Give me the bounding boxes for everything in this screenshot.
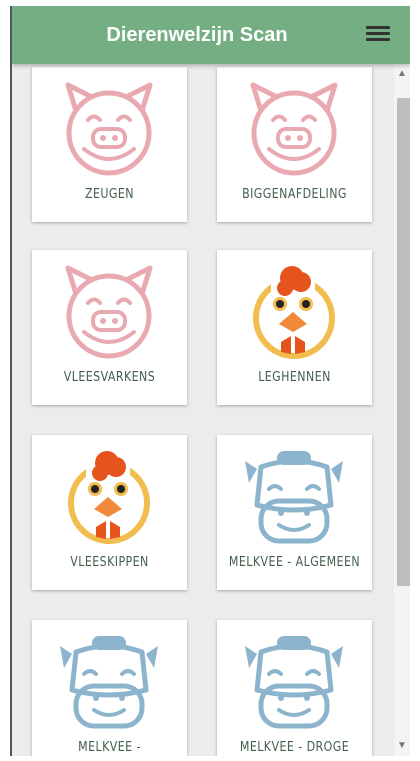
tile-biggenafdeling[interactable]: BIGGENAFDELING	[217, 67, 372, 222]
scroll-thumb[interactable]	[397, 98, 410, 586]
hamburger-menu-icon[interactable]	[366, 26, 390, 46]
pig-icon	[239, 77, 349, 181]
cow-icon	[54, 630, 164, 734]
page-title: Dierenwelzijn Scan	[106, 24, 288, 46]
tile-grid: ZEUGEN BIGGENAFDELING VLEESVARKENS LEGHE…	[12, 64, 394, 756]
tile-label: VLEESKIPPEN	[70, 555, 149, 570]
tile-melkvee-algemeen[interactable]: MELKVEE - ALGEMEEN	[217, 435, 372, 590]
app-header: Dierenwelzijn Scan	[12, 6, 410, 64]
tile-vleeskippen[interactable]: VLEESKIPPEN	[32, 435, 187, 590]
tile-label: VLEESVARKENS	[63, 370, 156, 385]
chicken-icon	[54, 445, 164, 549]
tile-label: LEGHENNEN	[258, 370, 331, 385]
pig-icon	[54, 260, 164, 364]
tile-melkvee-droge-koeien[interactable]: MELKVEE - DROGE KOEIEN	[217, 620, 372, 756]
tile-label: MELKVEE - MELKKOEIEN	[72, 740, 147, 756]
pig-icon	[54, 77, 164, 181]
scroll-down-icon[interactable]: ▼	[394, 738, 410, 754]
tile-label: BIGGENAFDELING	[242, 187, 347, 202]
tile-label: MELKVEE - ALGEMEEN	[228, 555, 361, 570]
bottom-edge	[0, 756, 420, 761]
scroll-up-icon[interactable]: ▲	[394, 66, 410, 82]
tile-melkvee-melkkoeien[interactable]: MELKVEE - MELKKOEIEN	[32, 620, 187, 756]
tile-leghennen[interactable]: LEGHENNEN	[217, 250, 372, 405]
chicken-icon	[239, 260, 349, 364]
tile-label: MELKVEE - DROGE KOEIEN	[239, 740, 350, 756]
tile-vleesvarkens[interactable]: VLEESVARKENS	[32, 250, 187, 405]
tile-zeugen[interactable]: ZEUGEN	[32, 67, 187, 222]
cow-icon	[239, 445, 349, 549]
cow-icon	[239, 630, 349, 734]
app-frame: Dierenwelzijn Scan ZEUGEN BIGGENAFDELING…	[10, 6, 410, 756]
vertical-scrollbar[interactable]: ▲ ▼	[394, 64, 410, 756]
tile-label: ZEUGEN	[84, 187, 135, 202]
